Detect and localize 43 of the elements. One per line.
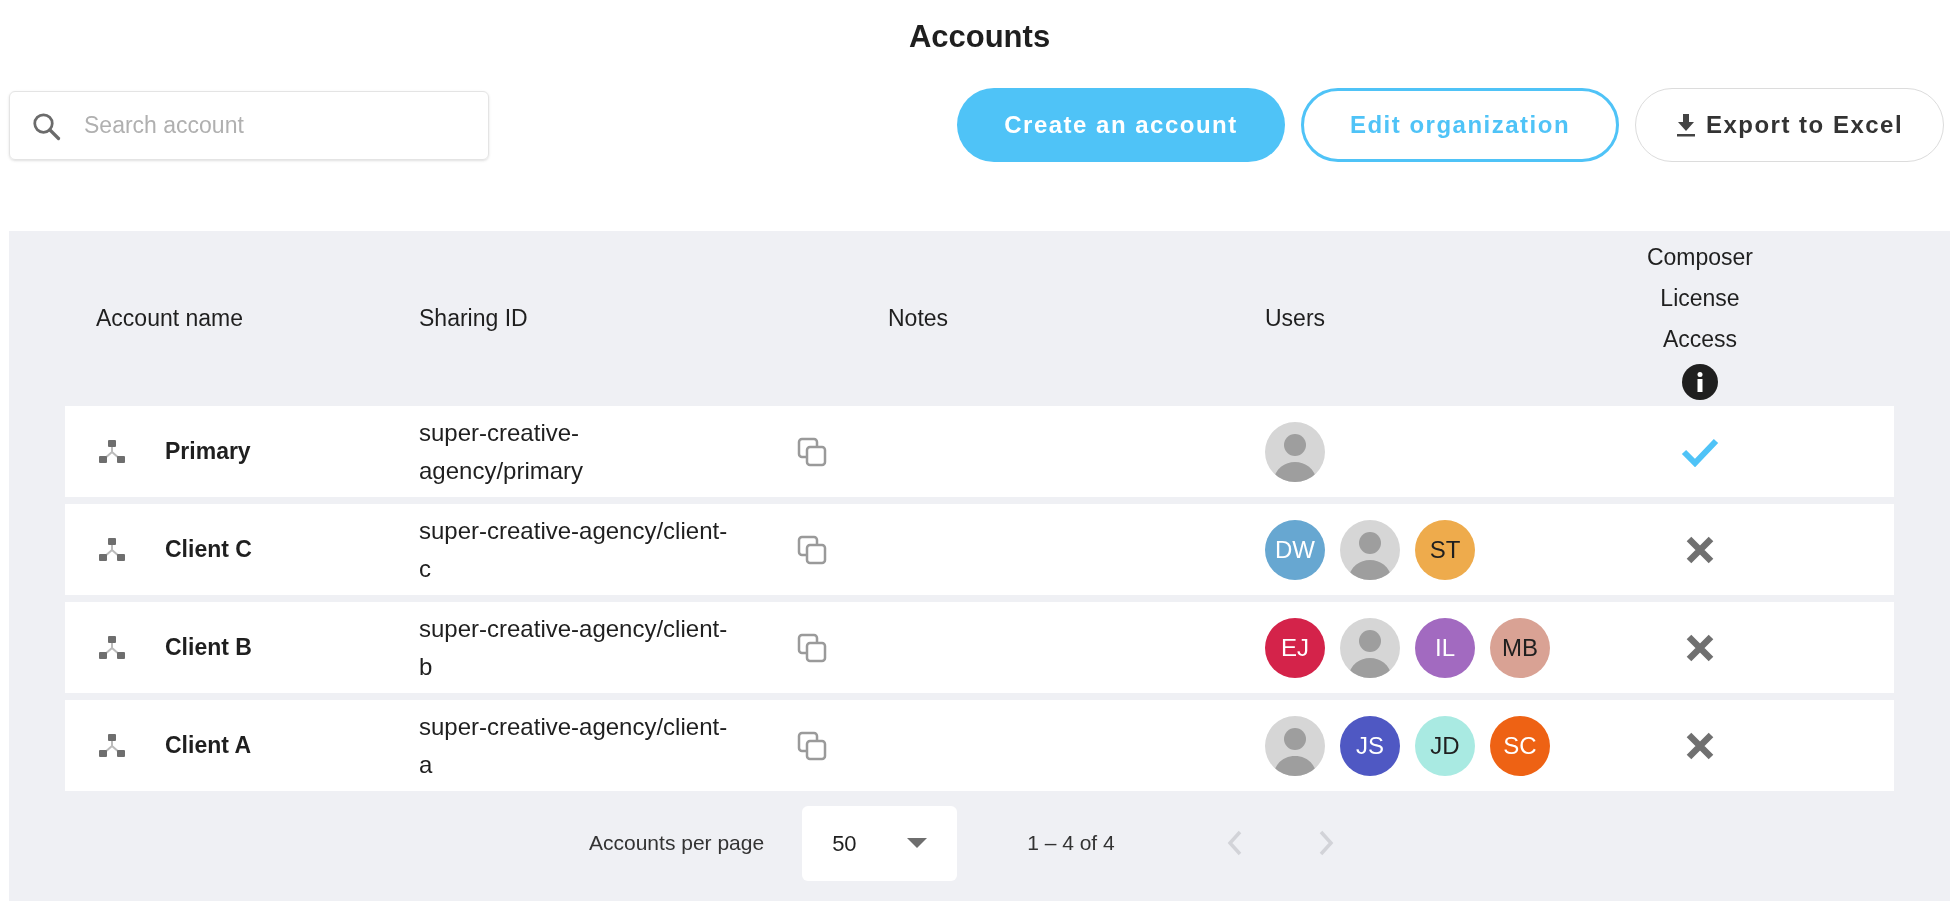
per-page-select[interactable]: 50 — [802, 805, 958, 881]
user-avatar: MB — [1490, 617, 1550, 678]
column-header: Sharing ID — [419, 305, 528, 332]
account-name: Client B — [165, 634, 252, 661]
table-row[interactable]: Primary super-creative-agency/primary — [65, 406, 1894, 497]
search-icon — [31, 110, 61, 141]
hierarchy-icon — [99, 439, 125, 464]
sharing-id: super-creative-agency/client-a — [419, 711, 729, 780]
hierarchy-icon — [99, 635, 125, 660]
column-header: Notes — [888, 305, 949, 332]
account-name: Primary — [165, 438, 251, 465]
hierarchy-icon — [99, 537, 125, 562]
sharing-id: super-creative-agency/primary — [419, 417, 585, 486]
user-avatar: JD — [1415, 715, 1475, 776]
copy-icon[interactable] — [797, 436, 827, 467]
caret-icon — [907, 838, 928, 848]
search-field[interactable]: Search account — [9, 90, 489, 160]
user-avatar: JS — [1340, 715, 1400, 776]
page-title: Accounts — [908, 18, 1051, 56]
table-row[interactable]: Client A super-creative-agency/client-a JS JD SC — [65, 700, 1894, 791]
column-header: Composer License Access — [1645, 243, 1755, 354]
page-range: 1 – 4 of 4 — [1027, 830, 1115, 857]
account-name: Client A — [165, 732, 252, 759]
user-avatar: SC — [1490, 715, 1550, 776]
user-avatar: IL — [1415, 617, 1475, 678]
sharing-id: super-creative-agency/client-c — [419, 515, 729, 584]
sharing-id: super-creative-agency/client-b — [419, 613, 729, 682]
download-icon — [1675, 113, 1696, 137]
export-button[interactable]: Export to Excel — [1635, 88, 1944, 162]
account-name: Client C — [165, 536, 252, 563]
table-row[interactable]: Client B super-creative-agency/client-b EJ IL MB — [65, 602, 1894, 693]
copy-icon[interactable] — [797, 534, 827, 565]
column-header: Account name — [96, 305, 244, 332]
column-header: Users — [1265, 305, 1326, 332]
per-page-label: Accounts per page — [589, 830, 765, 857]
user-avatar: EJ — [1265, 617, 1325, 678]
user-avatar: DW — [1265, 519, 1325, 580]
info-icon[interactable] — [1682, 364, 1718, 400]
copy-icon[interactable] — [797, 632, 827, 663]
hierarchy-icon — [99, 733, 125, 758]
copy-icon[interactable] — [797, 730, 827, 761]
user-avatar: ST — [1415, 519, 1475, 580]
table-row[interactable]: Client C super-creative-agency/client-c DW ST — [65, 504, 1894, 595]
